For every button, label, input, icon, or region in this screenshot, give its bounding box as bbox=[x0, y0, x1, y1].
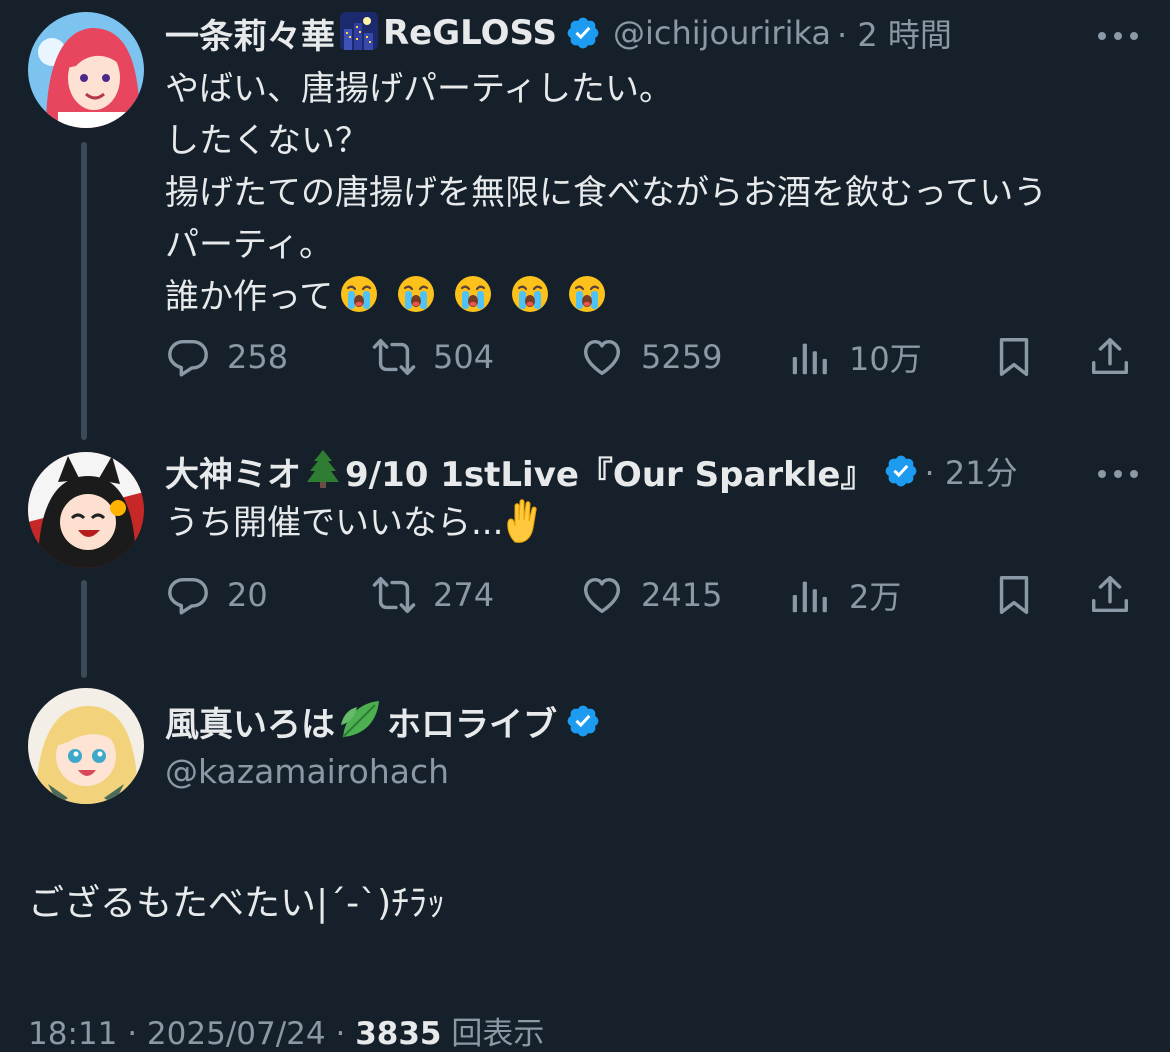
reply-count: 258 bbox=[227, 338, 289, 376]
raised-hand-emoji bbox=[507, 499, 538, 543]
share-button[interactable] bbox=[1087, 327, 1133, 387]
retweet-count: 274 bbox=[433, 576, 495, 614]
thread-line bbox=[81, 142, 87, 440]
verified-badge-icon bbox=[565, 703, 601, 739]
display-name-suffix[interactable]: ホロライブ bbox=[387, 697, 557, 746]
more-icon[interactable] bbox=[1096, 450, 1140, 480]
bookmark-button[interactable] bbox=[991, 327, 1037, 387]
night-city-emoji bbox=[339, 11, 379, 55]
reply-icon bbox=[165, 572, 211, 618]
reply-button[interactable]: 20 bbox=[165, 565, 268, 625]
loudly-crying-face-emoji bbox=[567, 274, 607, 314]
like-icon bbox=[579, 334, 625, 380]
display-name[interactable]: 大神ミオ bbox=[165, 447, 301, 496]
loudly-crying-face-emoji bbox=[510, 274, 550, 314]
handle[interactable]: @kazamairohach bbox=[165, 752, 449, 791]
timestamp[interactable]: · 21分 bbox=[925, 448, 1018, 494]
loudly-crying-face-emoji bbox=[339, 274, 379, 314]
tweet-meta: 18:11 · 2025/07/24 · 3835 回表示 bbox=[28, 1008, 544, 1052]
tweet-text: やばい、唐揚げパーティしたい。 したくない？ 揚げたての唐揚げを無限に食べながら… bbox=[165, 63, 1130, 323]
loudly-crying-face-emoji bbox=[396, 274, 436, 314]
retweet-icon bbox=[371, 334, 417, 380]
handle[interactable]: @ichijouririka bbox=[613, 14, 831, 52]
retweet-count: 504 bbox=[433, 338, 495, 376]
tweet-line-text: うち開催でいいなら... bbox=[165, 503, 504, 543]
share-icon bbox=[1087, 572, 1133, 618]
bookmark-button[interactable] bbox=[991, 565, 1037, 625]
avatar[interactable] bbox=[28, 12, 144, 128]
tweet-actions: 20 274 2415 2万 bbox=[165, 565, 1140, 625]
tweet-line: パーティ。 bbox=[165, 225, 333, 265]
tweet-text: ござるもたべたい|´-`)ﾁﾗｯ bbox=[28, 878, 1130, 930]
view-label: 回表示 bbox=[451, 1016, 545, 1052]
tweet-line-text: 誰か作って bbox=[165, 277, 334, 317]
share-button[interactable] bbox=[1087, 565, 1133, 625]
thread-line bbox=[81, 580, 87, 678]
views-icon bbox=[787, 572, 833, 618]
views-button[interactable]: 10万 bbox=[787, 327, 922, 387]
reply-button[interactable]: 258 bbox=[165, 327, 288, 387]
tweet-line: したくない？ bbox=[165, 121, 369, 161]
crying-emojis bbox=[339, 274, 607, 314]
tweet-line: やばい、唐揚げパーティしたい。 bbox=[165, 69, 673, 109]
timestamp[interactable]: · 2 時間 bbox=[837, 10, 952, 56]
more-icon[interactable] bbox=[1096, 12, 1140, 42]
verified-badge-icon bbox=[565, 15, 601, 51]
tweet-text: うち開催でいいなら... bbox=[165, 497, 1130, 549]
tweet-line: うち開催でいいなら... bbox=[165, 497, 1130, 549]
views-count: 10万 bbox=[849, 340, 922, 378]
bookmark-icon bbox=[991, 572, 1037, 618]
display-name[interactable]: 風真いろは bbox=[165, 697, 335, 746]
like-button[interactable]: 2415 bbox=[579, 565, 722, 625]
christmas-tree-emoji bbox=[305, 449, 341, 493]
view-count: 3835 bbox=[355, 1016, 442, 1052]
like-button[interactable]: 5259 bbox=[579, 327, 722, 387]
views-icon bbox=[787, 334, 833, 380]
tweet-header: 風真いろは ホロライブ bbox=[165, 696, 1150, 746]
like-count: 2415 bbox=[641, 576, 723, 614]
separator: · bbox=[127, 1016, 147, 1052]
display-name-suffix[interactable]: 9/10 1stLive『Our Sparkle』 bbox=[345, 447, 875, 496]
post-date[interactable]: 2025/07/24 bbox=[147, 1016, 326, 1052]
bookmark-icon bbox=[991, 334, 1037, 380]
like-icon bbox=[579, 572, 625, 618]
like-count: 5259 bbox=[641, 338, 723, 376]
loudly-crying-face-emoji bbox=[453, 274, 493, 314]
avatar[interactable] bbox=[28, 688, 144, 804]
display-name[interactable]: 一条莉々華 bbox=[165, 9, 335, 58]
views-button[interactable]: 2万 bbox=[787, 565, 901, 625]
share-icon bbox=[1087, 334, 1133, 380]
views-count: 2万 bbox=[849, 578, 902, 616]
tweet-header: 一条莉々華 ReGLOSS @ichijouririka · 2 時間 bbox=[165, 8, 1150, 58]
handle-row: @kazamairohach bbox=[165, 752, 449, 796]
retweet-icon bbox=[371, 572, 417, 618]
tweet-line: 揚げたての唐揚げを無限に食べながらお酒を飲むっていう bbox=[165, 173, 1048, 213]
reply-icon bbox=[165, 334, 211, 380]
retweet-button[interactable]: 504 bbox=[371, 327, 494, 387]
avatar[interactable] bbox=[28, 452, 144, 568]
post-time[interactable]: 18:11 bbox=[28, 1016, 117, 1052]
tweet-line: ござるもたべたい|´-`)ﾁﾗｯ bbox=[28, 883, 446, 924]
tweet-header: 大神ミオ 9/10 1stLive『Our Sparkle』 · 21分 bbox=[165, 446, 1150, 496]
reply-count: 20 bbox=[227, 576, 268, 614]
leaf-emoji bbox=[339, 697, 383, 745]
tweet-actions: 258 504 5259 10万 bbox=[165, 327, 1140, 387]
display-name-suffix[interactable]: ReGLOSS bbox=[383, 13, 557, 53]
separator: · bbox=[335, 1016, 356, 1052]
retweet-button[interactable]: 274 bbox=[371, 565, 494, 625]
verified-badge-icon bbox=[883, 453, 919, 489]
tweet-line: 誰か作って bbox=[165, 271, 1130, 323]
